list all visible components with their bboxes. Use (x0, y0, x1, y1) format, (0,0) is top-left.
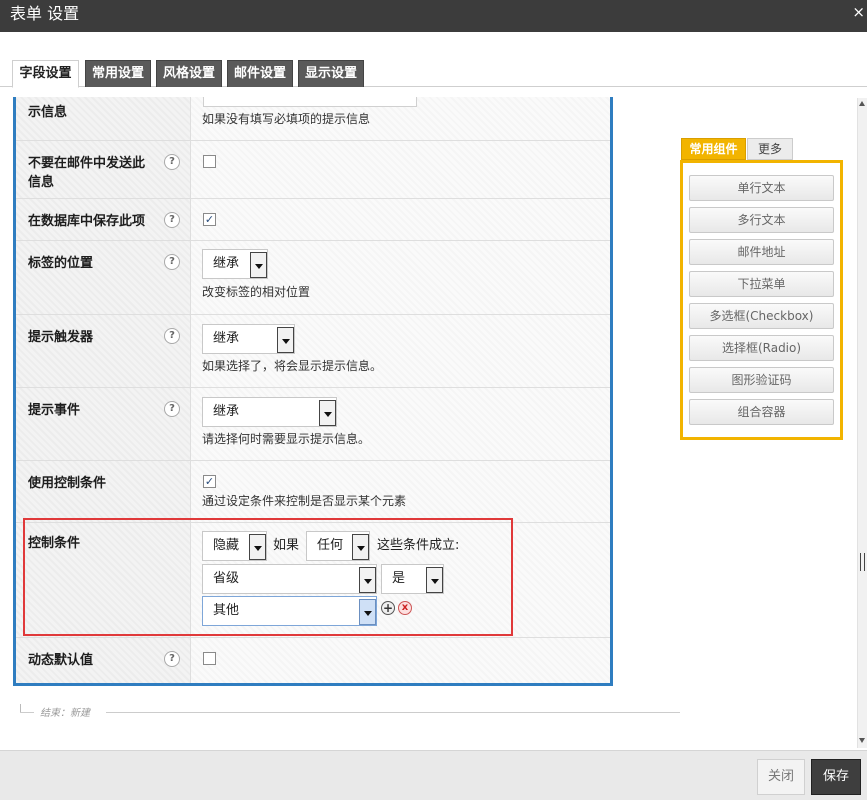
control-conditions-row: 控制条件 隐藏 如果 任何 这些条件成立: 省级 是 其他 + x (16, 523, 610, 638)
close-button[interactable]: 关闭 (757, 759, 805, 795)
dialog-footer: 关闭 保存 (0, 750, 867, 800)
tooltip-trigger-select[interactable]: 继承 (202, 324, 295, 354)
end-marker-text: 结束：新建 (40, 708, 90, 719)
tab-style-settings[interactable]: 风格设置 (156, 60, 222, 87)
condition-suffix-text: 这些条件成立: (377, 538, 460, 553)
component-multi-line-text[interactable]: 多行文本 (689, 207, 834, 233)
required-message-label: 示信息 (28, 105, 68, 120)
required-message-input[interactable] (203, 97, 417, 107)
tab-more-components[interactable]: 更多 (747, 138, 793, 160)
help-icon[interactable]: ? (164, 651, 180, 667)
help-icon[interactable]: ? (164, 254, 180, 270)
settings-tabs: 字段设置 常用设置 风格设置 邮件设置 显示设置 (0, 60, 867, 88)
use-conditions-description: 通过设定条件来控制是否显示某个元素 (202, 494, 407, 508)
help-icon[interactable]: ? (164, 401, 180, 417)
tooltip-event-row: 提示事件 ? 继承 请选择何时需要显示提示信息。 (16, 388, 610, 461)
label-position-select[interactable]: 继承 (202, 249, 268, 279)
component-container[interactable]: 组合容器 (689, 399, 834, 425)
dynamic-default-label: 动态默认值 (28, 653, 94, 668)
scroll-down-icon[interactable] (859, 738, 865, 743)
component-email-address[interactable]: 邮件地址 (689, 239, 834, 265)
close-icon[interactable]: × (852, 4, 865, 20)
form-settings-dialog: 表单 设置 × 字段设置 常用设置 风格设置 邮件设置 显示设置 示信息 如果没… (0, 0, 867, 800)
add-condition-icon[interactable]: + (381, 601, 395, 615)
tooltip-event-description: 请选择何时需要显示提示信息。 (202, 432, 371, 446)
tab-common-components[interactable]: 常用组件 (681, 138, 746, 160)
component-radio[interactable]: 选择框(Radio) (689, 335, 834, 361)
condition-if-text: 如果 (273, 538, 300, 553)
tab-display-settings[interactable]: 显示设置 (298, 60, 364, 87)
use-conditions-row: 使用控制条件 ✓ 通过设定条件来控制是否显示某个元素 (16, 461, 610, 523)
tooltip-trigger-row: 提示触发器 ? 继承 如果选择了，将会显示提示信息。 (16, 315, 610, 388)
chevron-down-icon (249, 534, 266, 560)
chevron-down-icon (359, 599, 376, 625)
tooltip-trigger-description: 如果选择了，将会显示提示信息。 (202, 359, 383, 373)
control-conditions-label: 控制条件 (28, 536, 81, 551)
condition-match-select[interactable]: 任何 (306, 531, 370, 561)
save-db-checkbox[interactable]: ✓ (203, 213, 216, 226)
save-db-label: 在数据库中保存此项 (28, 214, 146, 229)
end-marker: 结束：新建 (20, 704, 680, 719)
tab-email-settings[interactable]: 邮件设置 (227, 60, 293, 87)
vertical-scrollbar[interactable] (857, 98, 867, 748)
help-icon[interactable]: ? (164, 328, 180, 344)
component-single-line-text[interactable]: 单行文本 (689, 175, 834, 201)
required-message-row: 示信息 如果没有填写必填项的提示信息 (16, 97, 610, 141)
condition-field-select[interactable]: 省级 (202, 564, 377, 594)
scroll-thumb[interactable] (860, 553, 865, 571)
use-conditions-checkbox[interactable]: ✓ (203, 475, 216, 488)
chevron-down-icon (250, 252, 267, 278)
field-settings-panel: 示信息 如果没有填写必填项的提示信息 不要在邮件中发送此信息 ? 在数据库中保存… (13, 97, 613, 686)
no-email-checkbox[interactable] (203, 155, 216, 168)
chevron-down-icon (359, 567, 376, 593)
component-dropdown[interactable]: 下拉菜单 (689, 271, 834, 297)
dialog-title: 表单 设置 (10, 4, 80, 23)
no-email-row: 不要在邮件中发送此信息 ? (16, 141, 610, 199)
chevron-down-icon (426, 567, 443, 593)
tooltip-event-label: 提示事件 (28, 403, 81, 418)
label-position-description: 改变标签的相对位置 (202, 285, 311, 299)
help-icon[interactable]: ? (164, 212, 180, 228)
tab-common-settings[interactable]: 常用设置 (85, 60, 151, 87)
required-message-description: 如果没有填写必填项的提示信息 (202, 112, 371, 126)
help-icon[interactable]: ? (164, 154, 180, 170)
remove-condition-icon[interactable]: x (398, 601, 412, 615)
tooltip-event-select[interactable]: 继承 (202, 397, 337, 427)
dynamic-default-row: 动态默认值 ? (16, 638, 610, 683)
no-email-label: 不要在邮件中发送此信息 (28, 156, 146, 190)
component-captcha[interactable]: 图形验证码 (689, 367, 834, 393)
use-conditions-label: 使用控制条件 (28, 476, 107, 491)
chevron-down-icon (319, 400, 336, 426)
save-db-row: 在数据库中保存此项 ? ✓ (16, 199, 610, 241)
chevron-down-icon (352, 534, 369, 560)
condition-operator-select[interactable]: 是 (381, 564, 444, 594)
label-position-row: 标签的位置 ? 继承 改变标签的相对位置 (16, 241, 610, 315)
condition-value-select[interactable]: 其他 (202, 596, 377, 626)
component-checkbox[interactable]: 多选框(Checkbox) (689, 303, 834, 329)
tab-field-settings[interactable]: 字段设置 (12, 60, 79, 88)
condition-action-select[interactable]: 隐藏 (202, 531, 267, 561)
label-position-label: 标签的位置 (28, 256, 94, 271)
scroll-up-icon[interactable] (859, 101, 865, 106)
component-palette: 单行文本 多行文本 邮件地址 下拉菜单 多选框(Checkbox) 选择框(Ra… (680, 160, 843, 440)
chevron-down-icon (277, 327, 294, 353)
tooltip-trigger-label: 提示触发器 (28, 330, 94, 345)
dynamic-default-checkbox[interactable] (203, 652, 216, 665)
title-bar: 表单 设置 × (0, 0, 867, 32)
save-button[interactable]: 保存 (811, 759, 861, 795)
